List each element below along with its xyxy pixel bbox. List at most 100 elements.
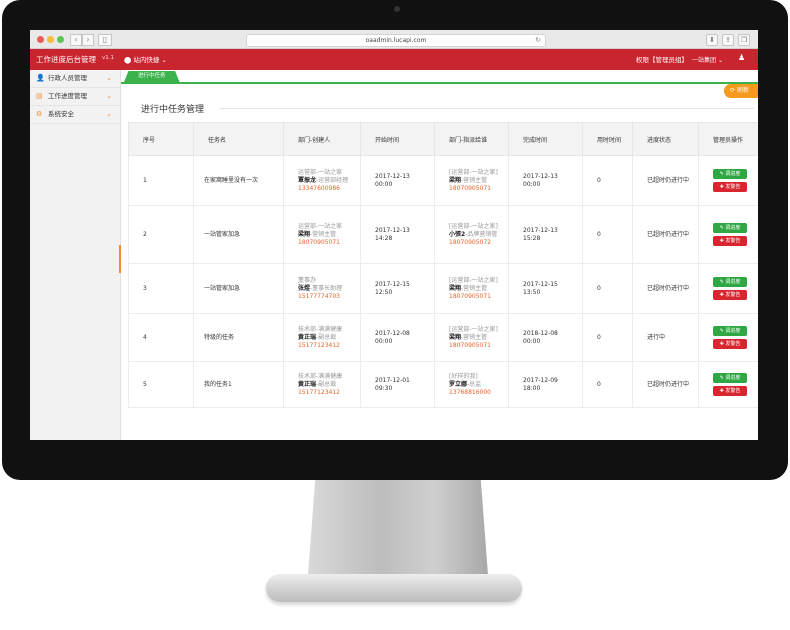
creator-cell: 董事办 张煜-董事长助理 15177774703 [283,263,361,314]
sidebar-item-progress[interactable]: ▤ 工作进度管理 ⌄ [30,88,120,106]
nav-shortcut-label: 站内快捷 [133,56,160,64]
edit-progress-label: 调进度 [725,279,741,285]
start-time: 00:00 [375,180,393,188]
refresh-button[interactable]: ⟳ 刷新 [724,84,758,98]
table-header-row: 序号 任务名 部门-创建人 开始时间 部门-指派给谁 完成时间 用时时间 进度状… [128,122,758,156]
send-warning-label: 发警告 [725,184,741,190]
edit-progress-button[interactable]: ✎ 调进度 [713,169,747,179]
share-icon[interactable]: ⇪ [722,34,734,46]
maximize-window-icon[interactable] [57,36,64,43]
browser-toolbar: ‹ › ▯ oaadmin.lucapi.com ↻ ⬇ ⇪ ❐ [30,30,758,49]
task-name: 一站管家加急 [193,205,284,264]
assignee-phone: 18070905071 [449,184,491,192]
edit-progress-label: 调进度 [725,225,741,231]
screen: ‹ › ▯ oaadmin.lucapi.com ↻ ⬇ ⇪ ❐ 工作进度后台管… [30,30,758,440]
task-name: 特级的任务 [193,313,284,362]
table-row: 2 一站管家加急 运营部-一站之家 梁翔-营销主管 18070905071 20… [128,205,758,264]
end-date: 2018-12-08 [523,329,558,337]
creator-dept: 董事办 [298,276,317,284]
assignee-phone: 18070905071 [449,292,491,300]
back-icon[interactable]: ‹ [70,34,82,46]
refresh-label: 刷新 [736,87,749,94]
creator-cell: 运营部-一站之家 梁翔-营销主管 18070905071 [283,205,361,264]
assignee-cell: [运营部-一站之家] 梁翔-营销主管 18070905071 [434,263,509,314]
chevron-down-icon: ⌄ [106,74,112,82]
edit-progress-button[interactable]: ✎ 调进度 [713,326,747,336]
end-time: 15:28 [523,234,541,242]
chevron-down-icon: ⌄ [161,56,167,64]
task-table: 序号 任务名 部门-创建人 开始时间 部门-指派给谁 完成时间 用时时间 进度状… [128,122,758,408]
tab-in-progress[interactable]: 进行中任务 [124,71,180,82]
user-shirt-icon[interactable]: ♟ [738,53,745,62]
end-date: 2017-12-15 [523,280,558,288]
actions-cell: ✎ 调进度 ✚ 发警告 [698,313,758,362]
start-time-cell: 2017-12-01 09:30 [360,361,435,408]
actions-cell: ✎ 调进度 ✚ 发警告 [698,263,758,314]
table-row: 4 特级的任务 技术部-满满健康 黄正瑞-副总裁 15177123412 201… [128,313,758,362]
end-time-cell: 2017-12-13 00:00 [508,155,583,206]
col-header: 进度状态 [632,122,699,156]
group-menu[interactable]: 一站集团 ⌄ [692,55,723,64]
close-window-icon[interactable] [37,36,44,43]
col-header: 管理员操作 [698,122,758,156]
reload-icon[interactable]: ↻ [535,35,541,46]
group-label: 一站集团 [692,57,717,64]
sidebar-item-staff[interactable]: 👤 行政人员管理 ⌄ [30,70,120,88]
creator-cell: 技术部-满满健康 黄正瑞-副总裁 15177123412 [283,361,361,408]
used-time: 0 [582,313,633,362]
start-date: 2017-12-08 [375,329,410,337]
creator-title: -董事长助理 [310,284,343,292]
warning-icon: ✚ [719,341,724,347]
send-warning-button[interactable]: ✚ 发警告 [713,386,747,396]
assignee-line: 梁翔-营销主管 [449,334,508,342]
warning-icon: ✚ [719,388,724,394]
creator-cell: 技术部-满满健康 黄正瑞-副总裁 15177123412 [283,313,361,362]
send-warning-button[interactable]: ✚ 发警告 [713,339,747,349]
creator-dept: 运营部-一站之家 [298,222,343,230]
end-time-cell: 2017-12-15 13:50 [508,263,583,314]
list-icon: ▤ [36,92,43,100]
row-number: 2 [128,205,194,264]
start-time: 14:28 [375,234,393,242]
assignee-phone: 13768816000 [449,388,491,396]
permission-label: 权限【管理员组】 [636,56,688,64]
used-time: 0 [582,155,633,206]
row-number: 4 [128,313,194,362]
table-row: 3 一站管家加急 董事办 张煜-董事长助理 15177774703 2017-1… [128,263,758,314]
edit-progress-button[interactable]: ✎ 调进度 [713,373,747,383]
minimize-window-icon[interactable] [47,36,54,43]
assignee-title: -总监 [467,380,482,388]
address-bar[interactable]: oaadmin.lucapi.com ↻ [246,34,546,47]
assignee-dept: [运营部-一站之家] [449,325,498,333]
task-name: 在家窝睡里没有一次 [193,155,284,206]
start-time-cell: 2017-12-15 12:50 [360,263,435,314]
assignee-dept: [运营部-一站之家] [449,276,498,284]
end-time-cell: 2017-12-09 18:00 [508,361,583,408]
col-header: 任务名 [193,122,284,156]
start-date: 2017-12-13 [375,226,410,234]
tabs-icon[interactable]: ❐ [738,34,750,46]
sidebar-toggle-icon[interactable]: ▯ [98,34,112,46]
send-warning-button[interactable]: ✚ 发警告 [713,236,747,246]
creator-title: -营销主管 [310,230,337,238]
edit-progress-button[interactable]: ✎ 调进度 [713,277,747,287]
assignee-cell: [运营部-一站之家] 小張2-品牌营销管 18070905072 [434,205,509,264]
download-icon[interactable]: ⬇ [706,34,718,46]
actions-cell: ✎ 调进度 ✚ 发警告 [698,361,758,408]
app-version: v1.1 [102,55,115,61]
nav-shortcut-menu[interactable]: ⬤ 站内快捷 ⌄ [124,54,167,64]
edit-progress-label: 调进度 [725,328,741,334]
send-warning-button[interactable]: ✚ 发警告 [713,182,747,192]
forward-icon[interactable]: › [82,34,94,46]
creator-phone: 15177123412 [298,388,340,396]
pencil-icon: ✎ [719,328,724,334]
creator-title: -副总裁 [316,333,337,341]
creator-phone: 18070905071 [298,238,340,246]
end-time: 00:00 [523,337,541,345]
edit-progress-button[interactable]: ✎ 调进度 [713,223,747,233]
assignee-phone: 18070905071 [449,341,491,349]
send-warning-button[interactable]: ✚ 发警告 [713,290,747,300]
sidebar-item-security[interactable]: ⚙ 系统安全 ⌄ [30,106,120,124]
col-header: 完成时间 [508,122,583,156]
chevron-down-icon: ⌄ [106,110,112,118]
